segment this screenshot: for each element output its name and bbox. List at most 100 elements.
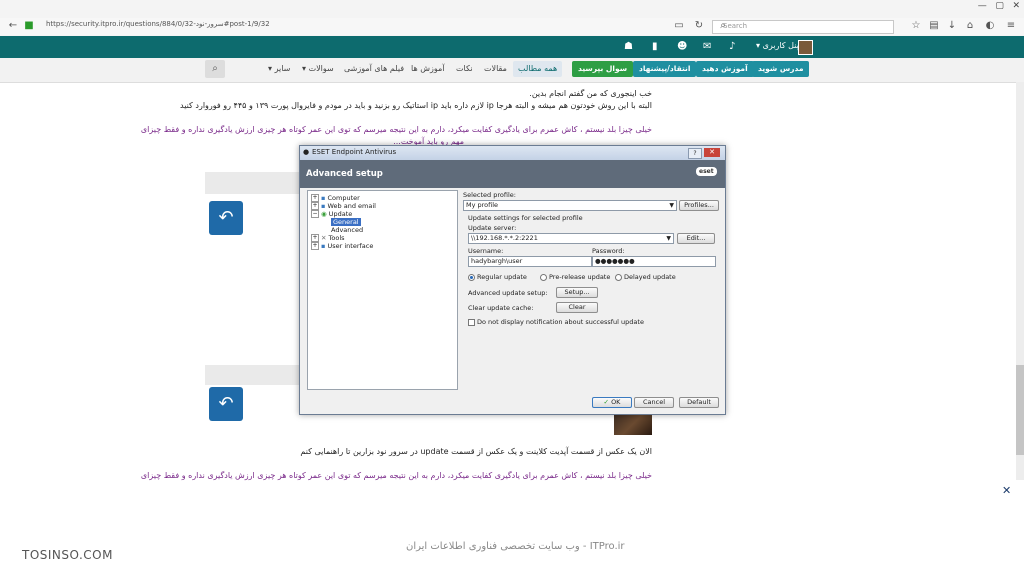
radio-button[interactable]: [615, 273, 622, 281]
monitor-icon: ▪: [321, 242, 326, 250]
lock-icon: ■: [24, 20, 34, 31]
globe-icon: ▪: [321, 202, 326, 210]
nav-other[interactable]: ▾ سایر: [268, 64, 290, 73]
radio-delayed-update[interactable]: Delayed update: [615, 273, 676, 281]
tree-item-user-interface[interactable]: + ▪ User interface: [311, 242, 373, 250]
cancel-button[interactable]: Cancel: [634, 397, 674, 408]
dialog-title: ESET Endpoint Antivirus: [312, 148, 397, 156]
nav-search-button[interactable]: ⌕: [205, 60, 225, 78]
search-input[interactable]: Search: [712, 20, 894, 34]
eset-advanced-setup-dialog: ● ESET Endpoint Antivirus ? ✕ Advanced s…: [299, 145, 726, 415]
close-icon[interactable]: ✕: [1002, 484, 1011, 497]
tree-item-advanced[interactable]: Advanced: [331, 226, 363, 234]
tree-item-update[interactable]: − ◉ Update: [311, 210, 352, 218]
chevron-down-icon: ▼: [669, 202, 674, 209]
back-icon[interactable]: ←: [6, 20, 20, 32]
update-settings-label: Update settings for selected profile: [468, 214, 583, 222]
post-text: الان یک عکس از قسمت آپدیت کلاینت و یک عک…: [300, 447, 652, 456]
setup-button[interactable]: Setup...: [556, 287, 598, 298]
close-button[interactable]: ✕: [1012, 1, 1020, 11]
clear-cache-button[interactable]: Clear: [556, 302, 598, 313]
ask-question-button[interactable]: سوال بپرسید: [572, 61, 634, 77]
nav-articles[interactable]: مقالات: [484, 64, 507, 73]
profile-select[interactable]: My profile ▼: [463, 200, 677, 211]
default-button[interactable]: Default: [679, 397, 719, 408]
edit-server-button[interactable]: Edit...: [677, 233, 715, 244]
advanced-update-label: Advanced update setup:: [468, 289, 548, 297]
users-icon[interactable]: ☗: [624, 41, 633, 52]
radio-regular-update[interactable]: Regular update: [468, 273, 527, 281]
tools-icon: ✕: [321, 234, 327, 242]
chevron-down-icon: ▼: [666, 235, 671, 242]
maximize-button[interactable]: ▢: [995, 1, 1004, 11]
tree-item-general[interactable]: General: [331, 218, 361, 226]
tree-item-tools[interactable]: + ✕ Tools: [311, 234, 345, 242]
post-text: البته با این روش خودتون هم میشه و البته …: [180, 101, 652, 110]
clear-cache-label: Clear update cache:: [468, 304, 534, 312]
library-icon[interactable]: ▤: [927, 20, 941, 32]
nav-tips[interactable]: نکات: [456, 64, 473, 73]
user-thumbnail: [614, 413, 652, 435]
shield-check-icon: ✓: [603, 398, 609, 406]
reply-icon[interactable]: ↶: [209, 387, 243, 421]
radio-button[interactable]: [540, 273, 547, 281]
post-text: خب اینجوری که من گفتم انجام بدین.: [529, 89, 652, 98]
update-server-label: Update server:: [468, 224, 517, 232]
username-label: Username:: [468, 247, 504, 255]
password-label: Password:: [592, 247, 625, 255]
download-icon[interactable]: ↓: [945, 20, 959, 32]
ok-button[interactable]: ✓ OK: [592, 397, 632, 408]
eset-logo: eset: [696, 167, 717, 176]
dialog-close-button[interactable]: ✕: [704, 148, 720, 157]
avatar[interactable]: [798, 40, 813, 55]
site-header: [0, 36, 1024, 58]
tree-item-web-email[interactable]: + ▪ Web and email: [311, 202, 376, 210]
pocket-icon[interactable]: ◐: [983, 20, 997, 32]
selected-profile-label: Selected profile:: [463, 191, 516, 199]
bookmark-star-icon[interactable]: ☆: [909, 20, 923, 32]
password-field[interactable]: ●●●●●●●: [592, 256, 716, 267]
reply-icon[interactable]: ↶: [209, 201, 243, 235]
bell-icon[interactable]: ♪: [729, 41, 735, 52]
reader-view-icon[interactable]: ▭: [672, 20, 686, 32]
reload-icon[interactable]: ↻: [692, 20, 706, 32]
checkbox[interactable]: [468, 318, 475, 326]
minimize-button[interactable]: —: [978, 1, 987, 11]
scrollbar-thumb[interactable]: [1016, 365, 1024, 455]
menu-icon[interactable]: ≡: [1004, 20, 1018, 32]
window-controls[interactable]: — ▢ ✕: [978, 1, 1020, 11]
address-bar[interactable]: https://security.itpro.ir/questions/884/…: [46, 20, 270, 28]
update-icon: ◉: [321, 210, 327, 218]
book-icon[interactable]: ▮: [652, 41, 658, 52]
nav-videos[interactable]: فیلم های آموزشی: [344, 64, 404, 73]
teach-button[interactable]: آموزش دهید: [696, 61, 754, 77]
video-overlay-bar: [0, 481, 1024, 576]
watermark-left: TOSINSO.COM: [22, 548, 113, 562]
user-panel-menu[interactable]: ▾ پنل کاربری: [756, 41, 799, 50]
site-nav: [0, 58, 1024, 83]
post-signature: خیلی چیزا بلد نیستم ، کاش عمرم برای یادگ…: [140, 471, 652, 480]
profiles-button[interactable]: Profiles...: [679, 200, 719, 211]
nav-all-content[interactable]: همه مطالب: [513, 61, 563, 77]
help-button[interactable]: ?: [688, 148, 702, 159]
computer-icon: ▪: [321, 194, 326, 202]
tree-item-computer[interactable]: + ▪ Computer: [311, 194, 360, 202]
watermark-center: ITPro.ir - وب سایت تخصصی فناوری اطلاعات …: [406, 541, 625, 552]
home-icon[interactable]: ⌂: [963, 20, 977, 32]
settings-tree[interactable]: + ▪ Computer + ▪ Web and email − ◉ Update G…: [307, 190, 458, 390]
radio-prerelease-update[interactable]: Pre-release update: [540, 273, 610, 281]
username-field[interactable]: hadybargh\user: [468, 256, 592, 267]
nav-tutorials[interactable]: آموزش ها: [411, 64, 444, 73]
notify-checkbox[interactable]: Do not display notification about succes…: [468, 318, 644, 326]
search-icon: ⌕: [720, 20, 726, 31]
dialog-header-title: Advanced setup: [306, 169, 383, 179]
mail-icon[interactable]: ✉: [703, 41, 711, 52]
feedback-button[interactable]: انتقاد/پیشنهاد: [633, 61, 697, 77]
radio-button[interactable]: [468, 273, 475, 281]
post-signature: خیلی چیزا بلد نیستم ، کاش عمرم برای یادگ…: [140, 125, 652, 134]
update-server-select[interactable]: \\192.168.*.*.2:2221 ▼: [468, 233, 674, 244]
nav-questions[interactable]: ▾ سوالات: [302, 64, 334, 73]
eset-app-icon: ●: [303, 148, 310, 156]
profile-icon[interactable]: ☻: [677, 41, 687, 52]
become-teacher-button[interactable]: مدرس شوید: [752, 61, 810, 77]
